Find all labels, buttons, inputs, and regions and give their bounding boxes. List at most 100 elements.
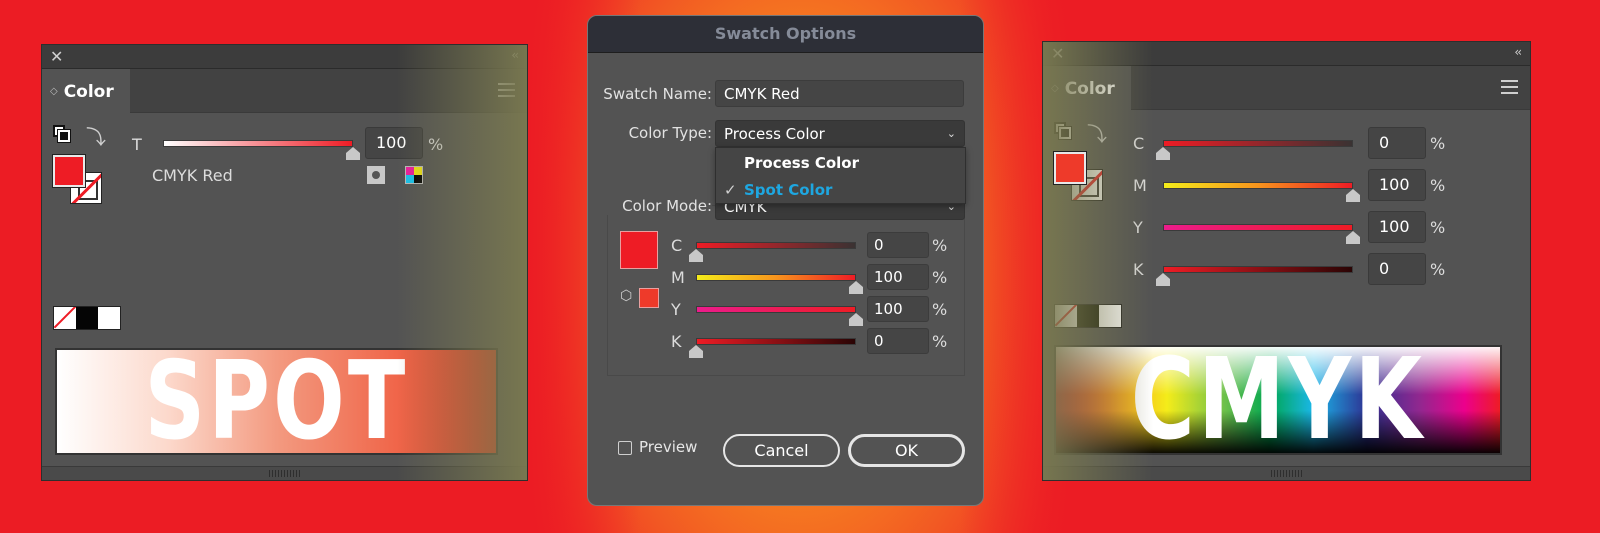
tint-input[interactable]: 100 (365, 127, 423, 159)
channel-slider-m[interactable] (696, 274, 856, 281)
panel-footer (42, 466, 527, 480)
dialog-title: Swatch Options (588, 16, 983, 53)
percent-label: % (932, 300, 948, 319)
channel-slider-thumb[interactable] (689, 345, 703, 358)
preview-label: Preview (639, 438, 698, 456)
swap-icon[interactable]: ⤵ (86, 121, 106, 150)
channel-input-c[interactable]: 0 (1368, 127, 1426, 159)
fill-stroke-icon[interactable] (53, 125, 71, 143)
chevron-down-icon: ⌄ (946, 127, 956, 140)
color-type-value: Process Color (724, 125, 825, 143)
swap-icon[interactable]: ⤵ (1087, 118, 1107, 147)
option-label: Process Color (744, 154, 859, 172)
none-swatch[interactable] (54, 307, 76, 329)
swatch-name-input[interactable]: CMYK Red (715, 80, 964, 107)
fill-stroke-icon[interactable] (1054, 122, 1072, 140)
panel-titlebar: ✕ ‹‹ (1043, 42, 1530, 66)
panel-tabbar: ◇ Color (42, 69, 527, 114)
swatch-name-label: Swatch Name: (603, 85, 712, 103)
tab-color[interactable]: ◇ Color (1043, 66, 1131, 111)
resize-grip[interactable] (268, 470, 301, 477)
mini-swatches (1054, 304, 1122, 328)
percent-label: % (932, 268, 948, 287)
color-type-select[interactable]: Process Color ⌄ (715, 120, 965, 147)
percent-label: % (1430, 218, 1446, 237)
color-mode-label: Color Mode: (596, 197, 712, 215)
white-swatch[interactable] (1099, 305, 1121, 327)
fill-swatch[interactable] (1053, 151, 1087, 185)
close-icon[interactable]: ✕ (50, 47, 63, 66)
channel-input-y[interactable]: 100 (1368, 211, 1426, 243)
channel-slider-y[interactable] (696, 306, 856, 313)
preview-checkbox[interactable] (618, 441, 632, 455)
color-type-label: Color Type: (628, 124, 712, 142)
tab-label: Color (1064, 78, 1115, 99)
percent-label: % (1430, 134, 1446, 153)
channel-input-k[interactable]: 0 (867, 328, 929, 354)
channel-label: C (671, 236, 683, 255)
channel-slider-k[interactable] (696, 338, 856, 345)
tint-slider-thumb[interactable] (346, 147, 360, 160)
channel-slider-thumb[interactable] (689, 249, 703, 262)
channel-input-m[interactable]: 100 (1368, 169, 1426, 201)
cancel-button[interactable]: Cancel (723, 434, 840, 467)
channel-slider-thumb[interactable] (1156, 147, 1170, 160)
tint-ramp[interactable]: SPOT (55, 348, 498, 455)
tint-label: T (132, 135, 142, 154)
channel-input-k[interactable]: 0 (1368, 253, 1426, 285)
white-swatch[interactable] (98, 307, 120, 329)
color-type-dropdown: Process Color ✓ Spot Color (715, 147, 966, 204)
channel-slider-m[interactable] (1163, 182, 1353, 189)
channel-slider-k[interactable] (1163, 266, 1353, 273)
channel-input-m[interactable]: 100 (867, 264, 929, 290)
channel-slider-thumb[interactable] (1346, 189, 1360, 202)
channel-slider-c[interactable] (1163, 140, 1353, 147)
channel-input-y[interactable]: 100 (867, 296, 929, 322)
percent-label: % (932, 236, 948, 255)
none-swatch[interactable] (1055, 305, 1077, 327)
channel-slider-thumb[interactable] (849, 313, 863, 326)
percent-label: % (1430, 176, 1446, 195)
channel-slider-thumb[interactable] (849, 281, 863, 294)
color-preview-swatch (620, 231, 658, 269)
channel-label: M (671, 268, 685, 287)
close-icon[interactable]: ✕ (1051, 44, 1064, 63)
tint-slider[interactable] (163, 140, 353, 147)
color-spectrum[interactable]: CMYK (1054, 345, 1502, 455)
panel-footer (1043, 466, 1530, 480)
channel-input-c[interactable]: 0 (867, 232, 929, 258)
collapse-icon[interactable]: ‹‹ (511, 48, 518, 62)
cmyk-icon[interactable] (405, 166, 423, 184)
gamut-swatch[interactable] (639, 288, 659, 308)
channel-slider-thumb[interactable] (1346, 231, 1360, 244)
channel-label: K (671, 332, 682, 351)
tab-color[interactable]: ◇ Color (42, 69, 130, 114)
percent-label: % (932, 332, 948, 351)
black-swatch[interactable] (76, 307, 98, 329)
channel-slider-thumb[interactable] (1156, 273, 1170, 286)
channel-slider-y[interactable] (1163, 224, 1353, 231)
spot-label: SPOT (144, 348, 409, 455)
black-swatch[interactable] (1077, 305, 1099, 327)
option-label: Spot Color (744, 181, 833, 199)
channel-slider-c[interactable] (696, 242, 856, 249)
updown-icon: ◇ (50, 85, 58, 97)
panel-menu-icon[interactable] (498, 83, 515, 97)
spot-color-icon[interactable] (367, 166, 385, 184)
mini-swatches (53, 306, 121, 330)
option-spot-color[interactable]: ✓ Spot Color (716, 177, 965, 203)
panel-menu-icon[interactable] (1501, 80, 1518, 94)
color-panel-cmyk: ✕ ‹‹ ◇ Color ⤵ C 0% M 100% Y 100% K 0% CMYK (1042, 41, 1531, 481)
option-process-color[interactable]: Process Color (716, 150, 965, 176)
channel-label: Y (671, 300, 681, 319)
panel-titlebar: ✕ ‹‹ (42, 45, 527, 69)
channel-label: Y (1133, 218, 1143, 237)
cube-icon: ⬡ (620, 288, 633, 304)
resize-grip[interactable] (1270, 470, 1303, 477)
ok-button[interactable]: OK (848, 434, 965, 467)
channel-label: K (1133, 260, 1144, 279)
cmyk-label: CMYK (1130, 345, 1426, 455)
collapse-icon[interactable]: ‹‹ (1514, 45, 1521, 59)
fill-swatch[interactable] (52, 154, 86, 188)
updown-icon: ◇ (1051, 82, 1059, 94)
